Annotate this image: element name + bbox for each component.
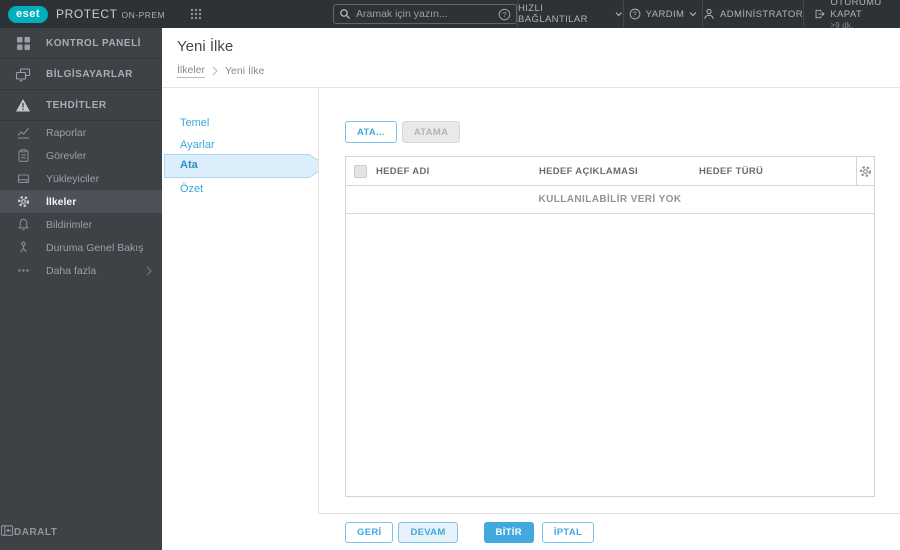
sidebar-item-label: KONTROL PANELİ [46, 37, 141, 49]
column-header-hedef-aciklamasi[interactable]: HEDEF AÇIKLAMASI [539, 166, 638, 177]
topbar: eset PROTECT ON-PREM Aramak için yazın..… [0, 0, 900, 30]
back-button[interactable]: GERİ [345, 522, 394, 543]
sidebar-item-bildirimler[interactable]: Bildirimler [0, 213, 162, 236]
sidebar-item-label: Yükleyiciler [46, 172, 100, 185]
select-all-checkbox[interactable] [354, 165, 367, 178]
page-title: Yeni İlke [177, 38, 234, 55]
notifications-bell-icon [0, 218, 46, 231]
assign-step-content: ATA... ATAMA HEDEF ADI HEDEF AÇIKLAMASI … [319, 88, 900, 513]
sidebar-item-label: Görevler [46, 149, 87, 162]
sidebar-item-raporlar[interactable]: Raporlar [0, 121, 162, 144]
sidebar-item-kontrol-paneli[interactable]: KONTROL PANELİ [0, 28, 162, 59]
wizard-step-label: Ata [180, 159, 198, 171]
svg-text:?: ? [502, 10, 506, 19]
targets-table-header: HEDEF ADI HEDEF AÇIKLAMASI HEDEF TÜRÜ [346, 157, 874, 186]
help-menu[interactable]: ? YARDIM [623, 0, 702, 28]
chevron-right-icon [146, 266, 152, 279]
status-overview-icon [0, 241, 46, 254]
targets-table: HEDEF ADI HEDEF AÇIKLAMASI HEDEF TÜRÜ KU… [345, 156, 875, 497]
tasks-icon [0, 149, 46, 162]
cancel-button[interactable]: İPTAL [541, 522, 595, 543]
assign-actions: ATA... ATAMA [345, 121, 461, 143]
more-ellipsis-icon [0, 264, 46, 277]
assign-targets-button[interactable]: ATA... [345, 121, 397, 143]
quick-links-menu[interactable]: HIZLI BAĞLANTILAR [517, 0, 623, 28]
product-edition: ON-PREM [121, 10, 166, 20]
logout-label: OTURUMU KAPAT [830, 0, 882, 20]
eset-logo-pill: eset [8, 5, 48, 23]
eset-protect-console: eset PROTECT ON-PREM Aramak için yazın..… [0, 0, 900, 550]
sidebar-item-duruma-genel-bakis[interactable]: Duruma Genel Bakış [0, 236, 162, 259]
reports-icon [0, 126, 46, 139]
svg-text:?: ? [633, 11, 637, 18]
logout-button[interactable]: OTURUMU KAPAT >9 dk. [803, 0, 900, 30]
breadcrumb-separator-icon [212, 66, 218, 76]
sidebar-item-label: İlkeler [46, 195, 77, 208]
app-grid-icon[interactable] [189, 7, 203, 21]
collapse-label: DARALT [14, 526, 58, 538]
sidebar-item-label: TEHDİTLER [46, 99, 107, 111]
wizard-step-ozet[interactable]: Özet [180, 183, 203, 195]
continue-button[interactable]: DEVAM [398, 522, 458, 543]
collapse-sidebar-button[interactable]: DARALT [0, 520, 162, 544]
table-settings-button[interactable] [856, 157, 874, 186]
sidebar-item-label: Bildirimler [46, 218, 93, 231]
computers-icon [0, 67, 46, 82]
sidebar: KONTROL PANELİ BİLGİSAYARLAR TEHDİTLER R… [0, 28, 162, 550]
topbar-menu: HIZLI BAĞLANTILAR ? YARDIM ADMİNİSTRATOR [517, 0, 900, 30]
help-circle-icon: ? [629, 8, 641, 20]
product-name: PROTECT [56, 7, 118, 21]
sidebar-item-tehditler[interactable]: TEHDİTLER [0, 90, 162, 121]
finish-button[interactable]: BİTİR [483, 522, 534, 543]
quick-links-label: HIZLI BAĞLANTILAR [518, 3, 588, 25]
gear-icon [860, 166, 871, 177]
sidebar-item-label: Raporlar [46, 126, 87, 139]
sidebar-item-label: Duruma Genel Bakış [46, 241, 144, 254]
sidebar-item-yukleyiciler[interactable]: Yükleyiciler [0, 167, 162, 190]
sidebar-item-label: BİLGİSAYARLAR [46, 68, 133, 80]
breadcrumb-current: Yeni İlke [225, 65, 265, 77]
user-label: ADMİNİSTRATOR [720, 8, 803, 20]
help-label: YARDIM [645, 8, 685, 20]
collapse-icon [0, 524, 14, 540]
policies-gear-icon [0, 195, 46, 208]
wizard-step-ata-active[interactable]: Ata [164, 154, 328, 178]
session-timeout: >9 dk. [830, 20, 854, 30]
sidebar-item-ilkeler[interactable]: İlkeler [0, 190, 162, 213]
installers-icon [0, 172, 46, 185]
search-help-icon[interactable]: ? [498, 8, 511, 21]
wizard-steps-panel: Temel Ayarlar Ata Özet [162, 88, 328, 513]
sidebar-item-gorevler[interactable]: Görevler [0, 144, 162, 167]
sidebar-item-bilgisayarlar[interactable]: BİLGİSAYARLAR [0, 59, 162, 90]
wizard-footer: GERİ DEVAM BİTİR İPTAL [345, 522, 595, 543]
wizard-step-ayarlar[interactable]: Ayarlar [180, 139, 215, 151]
footer-divider [319, 513, 900, 514]
chevron-down-icon [689, 12, 697, 17]
sidebar-item-label: Daha fazla [46, 264, 97, 277]
assignment-button-disabled[interactable]: ATAMA [401, 121, 461, 143]
sidebar-item-daha-fazla[interactable]: Daha fazla [0, 259, 162, 282]
column-header-hedef-adi[interactable]: HEDEF ADI [376, 166, 430, 177]
threats-icon [0, 98, 46, 113]
logout-icon [815, 9, 825, 19]
wizard-step-temel[interactable]: Temel [180, 117, 209, 129]
eset-logo[interactable]: eset PROTECT ON-PREM [8, 0, 165, 28]
breadcrumb-link-ilkeler[interactable]: İlkeler [177, 64, 206, 78]
search-icon [339, 8, 351, 20]
page-header: Yeni İlke İlkeler Yeni İlke [162, 28, 900, 88]
search-input[interactable] [356, 8, 498, 20]
global-search: ? [333, 4, 517, 24]
dashboard-icon [0, 36, 46, 51]
user-menu[interactable]: ADMİNİSTRATOR [702, 0, 803, 28]
table-empty-state: KULLANILABİLİR VERİ YOK [346, 186, 874, 214]
user-icon [704, 8, 714, 19]
breadcrumb: İlkeler Yeni İlke [177, 64, 264, 78]
chevron-down-icon [616, 12, 623, 17]
column-header-hedef-turu[interactable]: HEDEF TÜRÜ [699, 166, 763, 177]
